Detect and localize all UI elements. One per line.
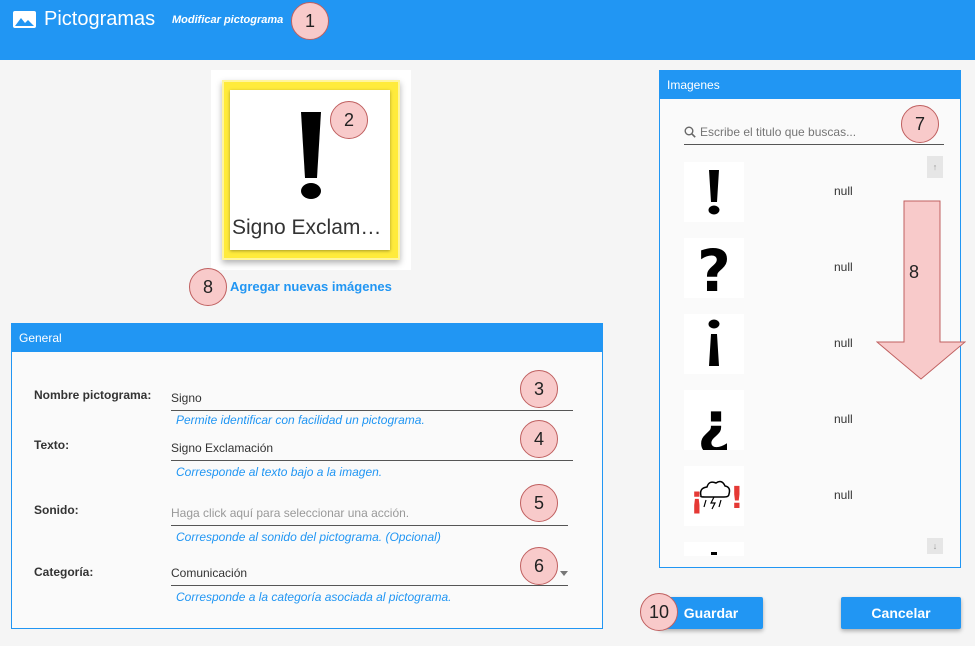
arrow-down-icon: ↓ [932,541,938,551]
inverted-exclamation-thumbnail [684,314,744,374]
search-icon [684,126,696,138]
svg-text:¿: ¿ [697,390,731,450]
category-help: Corresponde a la categoría asociada al p… [176,590,452,604]
text-label: Texto: [34,438,70,452]
images-panel-title: Imagenes [660,71,960,99]
svg-text:!: ! [730,481,744,516]
image-title: null [834,412,853,426]
image-title: null [834,260,853,274]
image-list-item[interactable] [684,542,924,556]
dropdown-caret-icon [560,571,568,576]
text-help: Corresponde al texto bajo a la imagen. [176,465,383,479]
partial-thumbnail [684,542,744,556]
search-input[interactable] [700,125,930,139]
name-help: Permite identificar con facilidad un pic… [176,413,425,427]
exclamation-thumbnail [684,162,744,222]
general-panel: General Nombre pictograma: Signo Permite… [11,323,603,629]
category-value: Comunicación [171,566,248,580]
image-title: null [834,336,853,350]
image-title: null [834,184,853,198]
annotation-number: 8 [909,262,920,282]
annotation-marker: 7 [901,105,939,143]
name-label: Nombre pictograma: [34,388,152,402]
annotation-marker: 3 [520,370,558,408]
text-field[interactable]: Signo Exclamación [171,441,573,461]
cancel-button[interactable]: Cancelar [841,597,961,629]
question-thumbnail: ? [684,238,744,298]
category-label: Categoría: [34,565,94,579]
add-images-link[interactable]: Agregar nuevas imágenes [230,279,392,294]
rain-cloud-thumbnail: ¡ ! [684,466,744,526]
scroll-down-button[interactable]: ↓ [927,538,943,554]
arrow-up-icon: ↑ [932,162,938,172]
name-field[interactable]: Signo [171,391,573,411]
image-list-item[interactable]: ¡ ! null [684,466,924,526]
annotation-marker: 10 [640,593,678,631]
page-subtitle: Modificar pictograma [172,14,284,26]
annotation-marker: 8 [189,268,227,306]
sound-field[interactable]: Haga click aquí para seleccionar una acc… [171,506,568,526]
general-panel-title: General [12,324,602,352]
annotation-marker: 2 [330,101,368,139]
preview-label: Signo Exclamación [232,216,388,239]
image-title: null [834,488,853,502]
annotation-marker: 1 [291,2,329,40]
category-select[interactable]: Comunicación [171,566,568,586]
image-icon [13,11,36,28]
image-list-item[interactable]: ¿ null [684,390,924,450]
top-app-bar: Pictogramas Modificar pictograma [0,0,975,60]
scroll-hint-arrow [876,200,966,380]
sound-label: Sonido: [34,503,79,517]
svg-text:¡: ¡ [690,481,704,516]
annotation-marker: 6 [520,547,558,585]
scroll-up-button[interactable]: ↑ [927,156,943,178]
svg-text:?: ? [697,238,731,298]
annotation-marker: 5 [520,484,558,522]
sound-help: Corresponde al sonido del pictograma. (O… [176,530,441,544]
app-title: Pictogramas [44,8,156,30]
inverted-question-thumbnail: ¿ [684,390,744,450]
annotation-marker: 4 [520,420,558,458]
